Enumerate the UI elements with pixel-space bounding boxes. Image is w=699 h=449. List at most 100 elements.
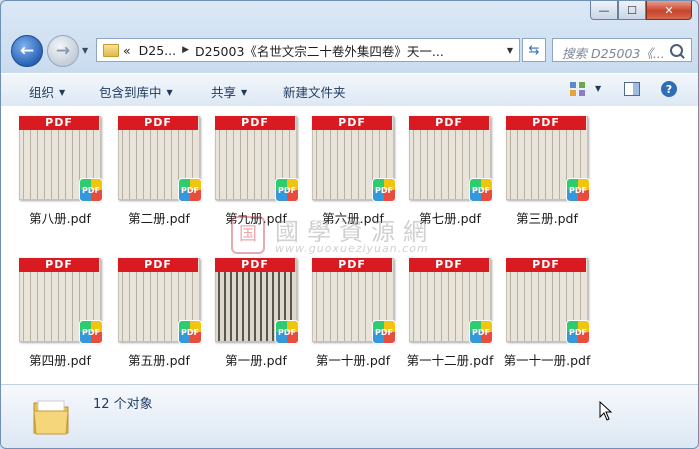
file-item[interactable]: PDF PDF 第一十册.pdf (305, 258, 401, 369)
navigation-bar: ← → ▼ « D25... ▶ D25003《名世文宗二十卷外集四卷》天一..… (1, 31, 698, 69)
file-item[interactable]: PDF PDF 第四册.pdf (12, 258, 108, 369)
forward-button[interactable]: → (47, 35, 79, 67)
file-item[interactable]: PDF PDF 第一十二册.pdf (402, 258, 498, 369)
file-name: 第四册.pdf (29, 353, 91, 368)
pdf-badge-icon: PDF (79, 178, 103, 202)
maximize-button[interactable]: ☐ (618, 1, 646, 20)
arrow-left-icon: ← (19, 41, 35, 61)
pdf-band: PDF (409, 258, 489, 272)
watermark-url: www.guoxueziyuan.com (275, 242, 429, 255)
refresh-button[interactable]: ⇆ (522, 38, 546, 62)
file-name: 第二册.pdf (128, 211, 190, 226)
organize-menu[interactable]: 组织 ▼ (29, 82, 65, 101)
svg-text:?: ? (666, 83, 672, 96)
include-in-library-menu[interactable]: 包含到库中 ▼ (99, 82, 173, 101)
pdf-band: PDF (19, 258, 99, 272)
pdf-thumbnail: PDF PDF (409, 258, 493, 344)
file-item[interactable]: PDF PDF 第五册.pdf (111, 258, 207, 369)
close-button[interactable]: ✕ (646, 1, 692, 20)
file-item[interactable]: PDF PDF 第九册.pdf (208, 116, 304, 227)
search-placeholder: 搜索 D25003《... (562, 46, 665, 61)
back-button[interactable]: ← (11, 35, 43, 67)
file-name: 第一十一册.pdf (503, 353, 591, 368)
chevron-down-icon: ▼ (59, 88, 66, 97)
share-label: 共享 (211, 85, 237, 100)
item-count: 12 个对象 (93, 397, 153, 412)
pdf-badge-icon: PDF (372, 320, 396, 344)
chevron-down-icon[interactable]: ▼ (507, 46, 513, 55)
preview-pane-icon[interactable] (623, 80, 641, 98)
address-overflow[interactable]: « (123, 43, 131, 58)
address-crumb-current[interactable]: D25003《名世文宗二十卷外集四卷》天一... (195, 41, 444, 60)
file-name: 第八册.pdf (29, 211, 91, 226)
file-list[interactable]: PDF PDF 第八册.pdf PDF PDF 第二册.pdf PDF PDF … (1, 106, 698, 384)
pdf-thumbnail: PDF PDF (19, 116, 103, 202)
file-item[interactable]: PDF PDF 第六册.pdf (305, 116, 401, 227)
pdf-band: PDF (118, 116, 198, 130)
chevron-down-icon[interactable]: ▼ (595, 84, 601, 93)
explorer-window: — ☐ ✕ ← → ▼ « D25... ▶ D25003《名世文宗二十卷外集四… (0, 0, 699, 449)
pdf-badge-icon: PDF (469, 178, 493, 202)
pdf-thumbnail: PDF PDF (19, 258, 103, 344)
pdf-thumbnail: PDF PDF (506, 116, 590, 202)
organize-label: 组织 (29, 85, 55, 100)
file-name: 第六册.pdf (322, 211, 384, 226)
share-menu[interactable]: 共享 ▼ (211, 82, 247, 101)
minimize-button[interactable]: — (590, 1, 618, 20)
pdf-badge-icon: PDF (275, 320, 299, 344)
file-item[interactable]: PDF PDF 第三册.pdf (499, 116, 595, 227)
window-controls: — ☐ ✕ (590, 1, 692, 20)
file-name: 第一十册.pdf (315, 353, 391, 368)
pdf-thumbnail: PDF PDF (312, 258, 396, 344)
pdf-thumbnail: PDF PDF (118, 116, 202, 202)
file-name: 第九册.pdf (225, 211, 287, 226)
pdf-badge-icon: PDF (79, 320, 103, 344)
pdf-thumbnail: PDF PDF (118, 258, 202, 344)
pdf-badge-icon: PDF (566, 320, 590, 344)
view-options-icon[interactable] (569, 80, 587, 98)
file-name: 第七册.pdf (419, 211, 481, 226)
file-name: 第一册.pdf (225, 353, 287, 368)
refresh-icon: ⇆ (528, 42, 540, 58)
pdf-thumbnail: PDF PDF (506, 258, 590, 344)
pdf-band: PDF (19, 116, 99, 130)
pdf-thumbnail: PDF PDF (215, 258, 299, 344)
mouse-cursor-icon (599, 401, 613, 421)
pdf-band: PDF (506, 116, 586, 130)
pdf-thumbnail: PDF PDF (215, 116, 299, 202)
file-item[interactable]: PDF PDF 第一册.pdf (208, 258, 304, 369)
pdf-badge-icon: PDF (372, 178, 396, 202)
pdf-band: PDF (506, 258, 586, 272)
pdf-band: PDF (215, 116, 295, 130)
file-name: 第五册.pdf (128, 353, 190, 368)
pdf-badge-icon: PDF (566, 178, 590, 202)
arrow-right-icon: → (55, 41, 71, 61)
new-folder-button[interactable]: 新建文件夹 (283, 82, 346, 101)
file-item[interactable]: PDF PDF 第一十一册.pdf (499, 258, 595, 369)
file-item[interactable]: PDF PDF 第二册.pdf (111, 116, 207, 227)
search-input[interactable]: 搜索 D25003《... (552, 38, 692, 62)
pdf-band: PDF (312, 258, 392, 272)
file-name: 第三册.pdf (516, 211, 578, 226)
include-in-library-label: 包含到库中 (99, 85, 162, 100)
file-name: 第一十二册.pdf (406, 353, 494, 368)
folder-icon (33, 400, 69, 435)
pdf-badge-icon: PDF (275, 178, 299, 202)
chevron-down-icon: ▼ (241, 88, 248, 97)
pdf-band: PDF (118, 258, 198, 272)
search-icon[interactable] (670, 44, 683, 57)
recent-pages-button[interactable]: ▼ (82, 46, 88, 55)
pdf-thumbnail: PDF PDF (312, 116, 396, 202)
pdf-thumbnail: PDF PDF (409, 116, 493, 202)
address-crumb-parent[interactable]: D25... (139, 43, 176, 58)
file-item[interactable]: PDF PDF 第七册.pdf (402, 116, 498, 227)
chevron-right-icon[interactable]: ▶ (182, 45, 189, 55)
help-icon[interactable]: ? (660, 80, 678, 98)
pdf-badge-icon: PDF (178, 320, 202, 344)
address-bar[interactable]: « D25... ▶ D25003《名世文宗二十卷外集四卷》天一... ▼ (96, 38, 520, 62)
file-item[interactable]: PDF PDF 第八册.pdf (12, 116, 108, 227)
pdf-band: PDF (409, 116, 489, 130)
pdf-band: PDF (215, 258, 295, 272)
status-bar: 12 个对象 (1, 384, 698, 448)
chevron-down-icon: ▼ (166, 88, 173, 97)
